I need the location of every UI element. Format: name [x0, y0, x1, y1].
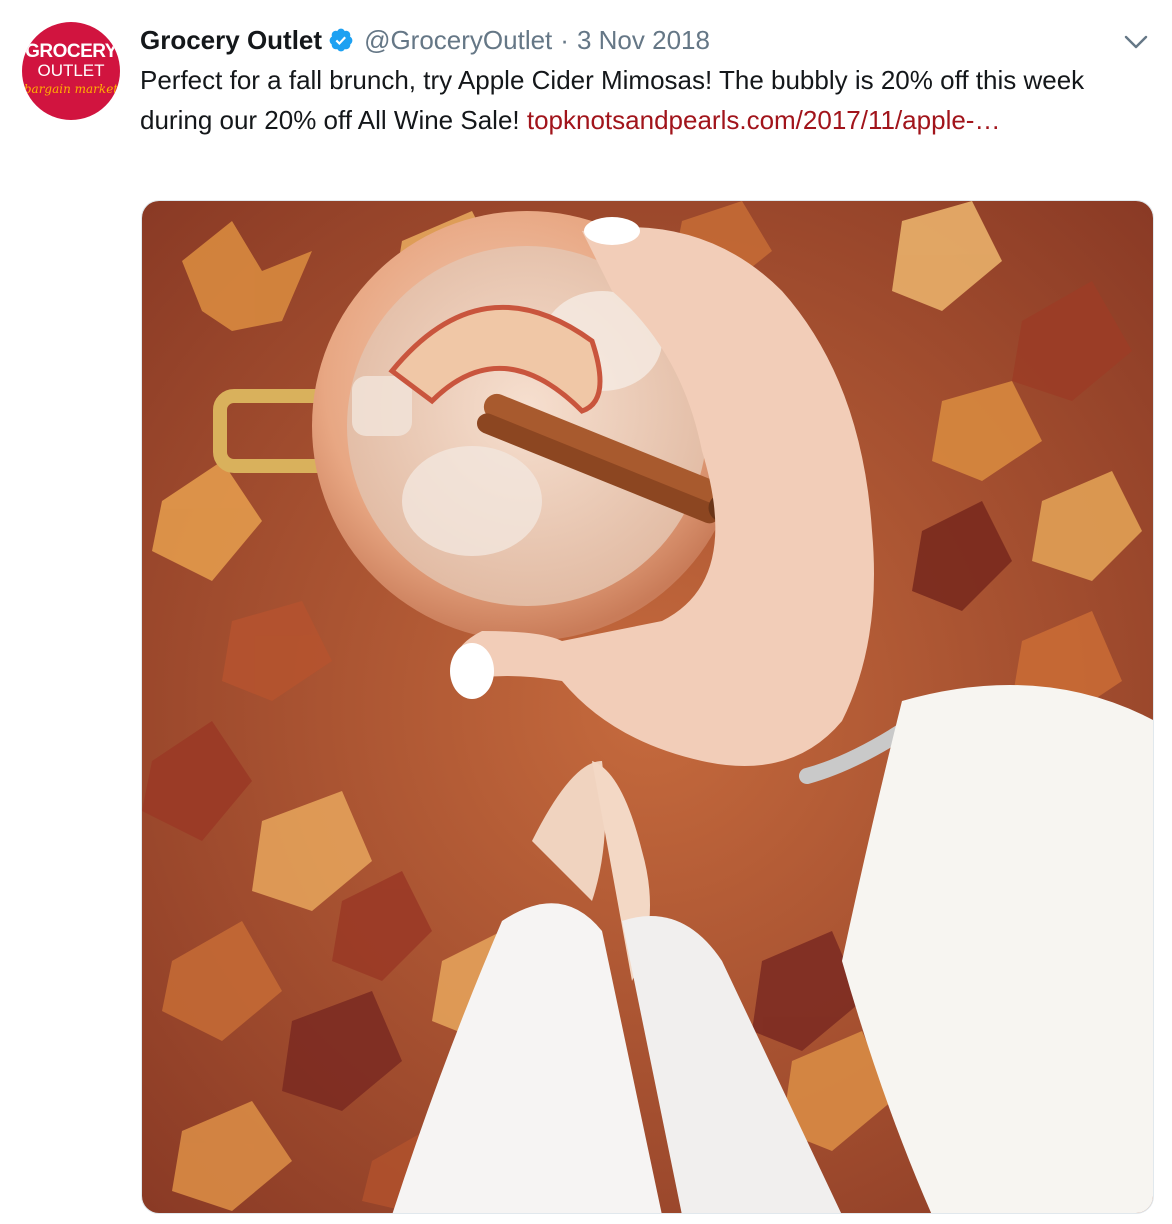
tweet-photo[interactable] [141, 200, 1154, 1214]
tweet-text: Perfect for a fall brunch, try Apple Cid… [140, 60, 1150, 140]
avatar-logo-line2: OUTLET [37, 61, 105, 80]
author-handle[interactable]: @GroceryOutlet [364, 25, 552, 56]
avatar[interactable]: GROCERY OUTLET bargain market [22, 22, 120, 120]
author-name[interactable]: Grocery Outlet [140, 25, 322, 56]
tweet-date[interactable]: 3 Nov 2018 [577, 25, 710, 56]
avatar-logo-line3: bargain market [23, 82, 119, 96]
chevron-down-icon[interactable] [1122, 32, 1150, 52]
separator-dot: · [560, 24, 569, 55]
photo-illustration [142, 201, 1153, 1213]
avatar-logo-line1: GROCERY [25, 41, 117, 62]
tweet-card[interactable]: GROCERY OUTLET bargain market Grocery Ou… [0, 0, 1172, 1224]
tweet-header: Grocery Outlet @GroceryOutlet · 3 Nov 20… [140, 22, 710, 58]
tweet-link[interactable]: topknotsandpearls.com/2017/11/apple-… [527, 105, 1001, 135]
verified-badge-icon [328, 27, 354, 53]
